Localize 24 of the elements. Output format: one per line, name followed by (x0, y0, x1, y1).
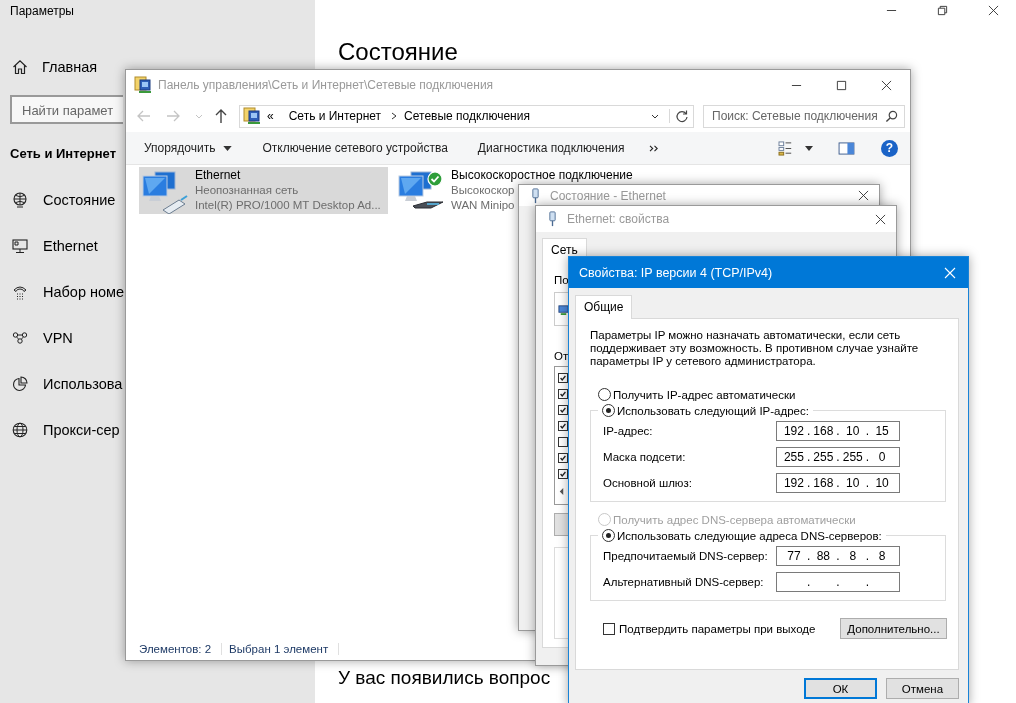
field-label: Маска подсети: (603, 451, 686, 463)
page-heading: Состояние (338, 38, 458, 66)
status-text: Элементов: 2 (139, 643, 223, 655)
connection-name: Ethernet (195, 168, 241, 183)
device-name: WAN Minipo (451, 198, 515, 213)
help-heading: У вас появились вопрос (338, 667, 551, 689)
field-label: Предпочитаемый DNS-сервер: (603, 550, 768, 562)
section-title: Сеть и Интернет (10, 146, 117, 161)
connection-status: Неопознанная сеть (195, 183, 299, 198)
field-label: По (554, 274, 569, 286)
field-label: IP-адрес: (603, 425, 653, 437)
window-title: Ethernet: свойства (567, 212, 670, 226)
field-label: Основной шлюз: (603, 477, 692, 489)
connection-name: Высокоскоростное подключение (451, 168, 633, 183)
status-text: Выбран 1 элемент (229, 643, 340, 655)
window-title: Панель управления\Сеть и Интернет\Сетевые подключения (158, 78, 494, 92)
field-label: От (554, 350, 569, 362)
device-name: Intel(R) PRO/1000 MT Desktop Ad... (195, 198, 381, 213)
field-label: Альтернативный DNS-сервер: (603, 576, 764, 588)
window-title: Параметры (9, 3, 74, 20)
window-title: Свойства: IP версии 4 (TCP/IPv4) (579, 265, 773, 280)
connection-status: Высокоскор (451, 183, 515, 198)
description-text: Параметры IP можно назначать автоматически, если сеть поддерживает эту возможность. В противном случае узнайте параметры IP у сетевого администратора. (590, 329, 920, 368)
window-title: Состояние - Ethernet (550, 188, 666, 203)
